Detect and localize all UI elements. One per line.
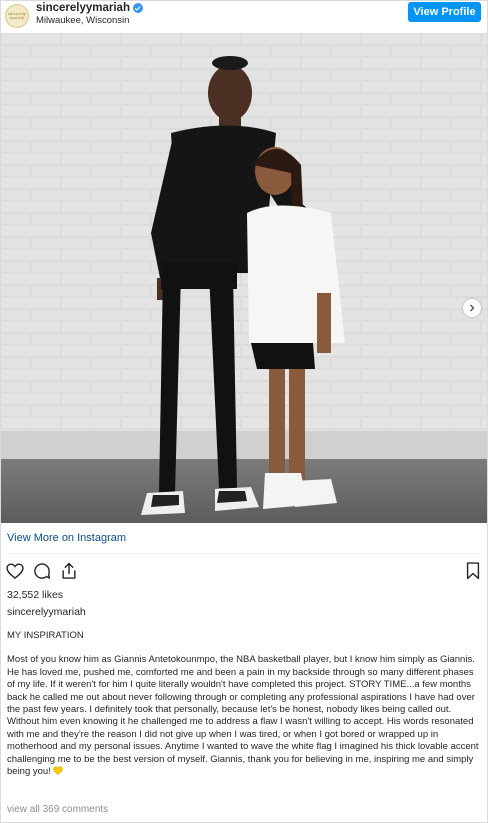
- divider: [7, 553, 481, 554]
- avatar-text: sincerely mariah: [7, 11, 27, 20]
- location-link[interactable]: Milwaukee, Wisconsin: [36, 15, 143, 26]
- heart-icon[interactable]: [5, 561, 25, 581]
- post-header: sincerely mariah sincerelyymariah Milwau…: [1, 1, 487, 32]
- avatar[interactable]: sincerely mariah: [5, 4, 29, 28]
- share-icon[interactable]: [59, 561, 79, 581]
- next-photo-button[interactable]: [463, 299, 481, 317]
- view-all-comments-link[interactable]: view all 369 comments: [7, 804, 108, 815]
- caption-body: Most of you know him as Giannis Antetoko…: [7, 654, 479, 778]
- post-photo[interactable]: [1, 33, 487, 523]
- action-bar: [5, 561, 485, 583]
- instagram-embed: sincerely mariah sincerelyymariah Milwau…: [0, 0, 488, 823]
- post-author: sincerelyymariah Milwaukee, Wisconsin: [36, 2, 143, 26]
- bookmark-icon[interactable]: [463, 561, 483, 581]
- view-profile-button[interactable]: View Profile: [408, 2, 481, 22]
- username-link[interactable]: sincerelyymariah: [36, 2, 130, 14]
- view-more-on-instagram-link[interactable]: View More on Instagram: [7, 532, 126, 544]
- caption-title: MY INSPIRATION: [7, 630, 84, 641]
- yellow-heart-emoji-icon: [53, 766, 64, 775]
- caption-username[interactable]: sincerelyymariah: [7, 606, 86, 618]
- likes-count[interactable]: 32,552 likes: [7, 589, 63, 601]
- username-row: sincerelyymariah: [36, 2, 143, 14]
- comment-icon[interactable]: [32, 561, 52, 581]
- photo-illustration: [1, 33, 487, 523]
- verified-badge-icon: [132, 3, 143, 13]
- caption: MY INSPIRATION Most of you know him as G…: [7, 630, 481, 778]
